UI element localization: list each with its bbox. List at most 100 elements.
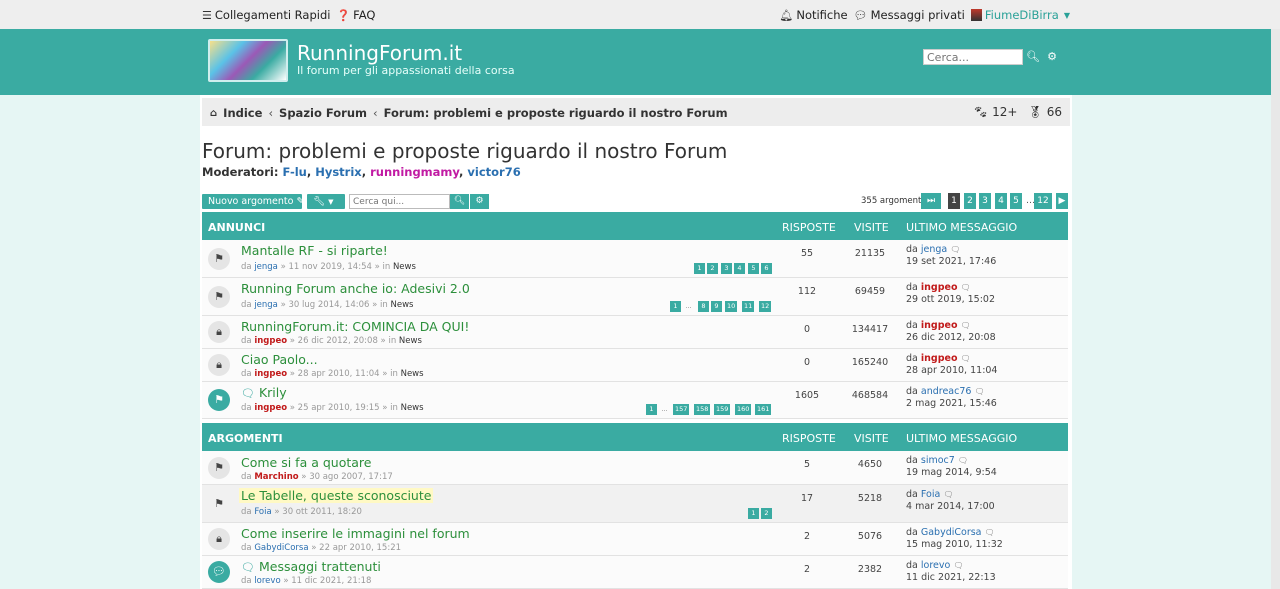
mini-page-link[interactable]: 161 (755, 404, 772, 415)
author-link[interactable]: ingpeo (254, 369, 287, 379)
last-author-link[interactable]: simoc7 (921, 455, 955, 466)
search-icon[interactable]: 🔍︎ (1025, 49, 1041, 65)
new-topic-button[interactable]: Nuovo argomento ✎ (202, 194, 304, 209)
site-logo[interactable] (208, 39, 288, 82)
view-post-icon[interactable]: 🗨︎ (974, 387, 984, 396)
view-post-icon[interactable]: 🗨︎ (958, 456, 968, 465)
advanced-search-icon[interactable]: ⚙︎ (470, 194, 489, 209)
table-row[interactable]: 🔒︎ RunningForum.it: COMINCIA DA QUI! da … (202, 316, 1068, 349)
mini-page-link[interactable]: 10 (725, 301, 738, 312)
online-stat[interactable]: 🐾︎ 12+ (973, 105, 1018, 119)
forum-link[interactable]: News (401, 403, 424, 413)
topic-title[interactable]: 🗨︎ Krily (241, 385, 287, 400)
next-page-button[interactable]: ▶ (1056, 193, 1068, 209)
table-row[interactable]: ⚑ Mantalle RF - si riparte! da jenga » 1… (202, 240, 1068, 278)
view-post-icon[interactable]: 🗨︎ (943, 490, 953, 499)
topic-title[interactable]: Come si fa a quotare (241, 455, 371, 470)
private-messages-link[interactable]: 💬︎ Messaggi privati (854, 8, 965, 22)
view-post-icon[interactable]: 🗨︎ (961, 321, 971, 330)
mini-page-link[interactable]: 4 (734, 263, 745, 274)
mini-page-link[interactable]: 12 (759, 301, 772, 312)
author-link[interactable]: Marchino (254, 472, 298, 482)
author-link[interactable]: jenga (254, 262, 278, 272)
scrollbar[interactable] (1271, 29, 1280, 589)
forum-search-input[interactable] (349, 194, 450, 209)
tools-dropdown[interactable]: 🔧︎ ▼ (307, 194, 345, 209)
author-link[interactable]: lorevo (254, 576, 280, 586)
last-author-link[interactable]: Foia (921, 489, 940, 500)
last-author-link[interactable]: lorevo (921, 560, 950, 571)
topic-title[interactable]: RunningForum.it: COMINCIA DA QUI! (241, 319, 469, 334)
table-row[interactable]: ⚑ Le Tabelle, queste sconosciute da Foia… (202, 485, 1068, 523)
mini-page-link[interactable]: 2 (707, 263, 718, 274)
site-title[interactable]: RunningForum.it (297, 41, 462, 65)
mini-page-link[interactable]: 3 (721, 263, 732, 274)
moderator-link[interactable]: Hystrix (315, 165, 362, 179)
table-row[interactable]: ⚑ Running Forum anche io: Adesivi 2.0 da… (202, 278, 1068, 316)
page-3[interactable]: 3 (979, 193, 991, 209)
advanced-search-icon[interactable]: ⚙︎ (1044, 49, 1060, 65)
view-post-icon[interactable]: 🗨︎ (985, 528, 995, 537)
page-12[interactable]: 12 (1034, 193, 1052, 209)
mini-page-link[interactable]: 160 (735, 404, 752, 415)
mini-page-link[interactable]: 2 (761, 508, 772, 519)
topic-title[interactable]: Mantalle RF - si riparte! (241, 243, 388, 258)
page-2[interactable]: 2 (964, 193, 976, 209)
topic-title[interactable]: Running Forum anche io: Adesivi 2.0 (241, 281, 470, 296)
mini-page-link[interactable]: 1 (694, 263, 705, 274)
mini-page-link[interactable]: 1 (670, 301, 681, 312)
table-row[interactable]: 💬︎ 🗨︎ Messaggi trattenuti da lorevo » 11 … (202, 556, 1068, 589)
last-author-link[interactable]: ingpeo (921, 282, 958, 293)
author-link[interactable]: jenga (254, 300, 278, 310)
mini-page-link[interactable]: 157 (673, 404, 690, 415)
page-1[interactable]: 1 (948, 193, 960, 209)
mini-page-link[interactable]: 159 (714, 404, 731, 415)
table-row[interactable]: ⚑ 🗨︎ Krily da ingpeo » 25 apr 2010, 19:15… (202, 382, 1068, 419)
mini-page-link[interactable]: 5 (748, 263, 759, 274)
moderator-link[interactable]: F-lu (282, 165, 306, 179)
moderator-link[interactable]: runningmamy (370, 165, 459, 179)
header-search-input[interactable] (923, 49, 1023, 65)
notifications-link[interactable]: 🔔︎ Notifiche (779, 8, 847, 22)
view-post-icon[interactable]: 🗨︎ (961, 283, 971, 292)
table-row[interactable]: 🔒︎ Come inserire le immagini nel forum d… (202, 523, 1068, 556)
author-link[interactable]: ingpeo (254, 336, 287, 346)
user-menu[interactable]: FiumeDiBirra ▼ (970, 8, 1070, 22)
breadcrumb-section[interactable]: Spazio Forum (279, 106, 367, 120)
last-author-link[interactable]: ingpeo (921, 320, 958, 331)
jump-to-page-button[interactable]: ⏭ (921, 193, 941, 209)
forum-link[interactable]: News (393, 262, 416, 272)
forum-link[interactable]: News (401, 369, 424, 379)
mini-page-link[interactable]: 11 (742, 301, 755, 312)
view-post-icon[interactable]: 🗨︎ (961, 354, 971, 363)
topic-title[interactable]: Come inserire le immagini nel forum (241, 526, 470, 541)
last-author-link[interactable]: GabydiCorsa (921, 527, 982, 538)
mini-page-link[interactable]: 8 (698, 301, 709, 312)
last-author-link[interactable]: jenga (921, 244, 947, 255)
faq-link[interactable]: ❓ FAQ (336, 8, 375, 22)
breadcrumb-current[interactable]: Forum: problemi e proposte riguardo il n… (384, 106, 728, 120)
breadcrumb-home[interactable]: Indice (223, 106, 262, 120)
medal-stat[interactable]: 🏅︎ 66 (1027, 105, 1062, 119)
page-5[interactable]: 5 (1010, 193, 1022, 209)
last-author-link[interactable]: andreac76 (921, 386, 972, 397)
mini-page-link[interactable]: 1 (646, 404, 657, 415)
forum-link[interactable]: News (390, 300, 413, 310)
table-row[interactable]: 🔒︎ Ciao Paolo... da ingpeo » 28 apr 2010… (202, 349, 1068, 382)
topic-title[interactable]: Ciao Paolo... (241, 352, 318, 367)
search-icon[interactable]: 🔍︎ (450, 194, 469, 209)
topic-title[interactable]: 🗨︎ Messaggi trattenuti (241, 559, 381, 574)
page-4[interactable]: 4 (995, 193, 1007, 209)
moderator-link[interactable]: victor76 (467, 165, 520, 179)
mini-page-link[interactable]: 6 (761, 263, 772, 274)
last-author-link[interactable]: ingpeo (921, 353, 958, 364)
author-link[interactable]: Foia (254, 507, 271, 517)
mini-page-link[interactable]: 1 (748, 508, 759, 519)
quick-links-menu[interactable]: ☰ Collegamenti Rapidi (202, 8, 330, 22)
view-post-icon[interactable]: 🗨︎ (950, 245, 960, 254)
forum-link[interactable]: News (399, 336, 422, 346)
author-link[interactable]: ingpeo (254, 403, 287, 413)
author-link[interactable]: GabydiCorsa (254, 543, 308, 553)
view-post-icon[interactable]: 🗨︎ (953, 561, 963, 570)
mini-page-link[interactable]: 158 (694, 404, 711, 415)
